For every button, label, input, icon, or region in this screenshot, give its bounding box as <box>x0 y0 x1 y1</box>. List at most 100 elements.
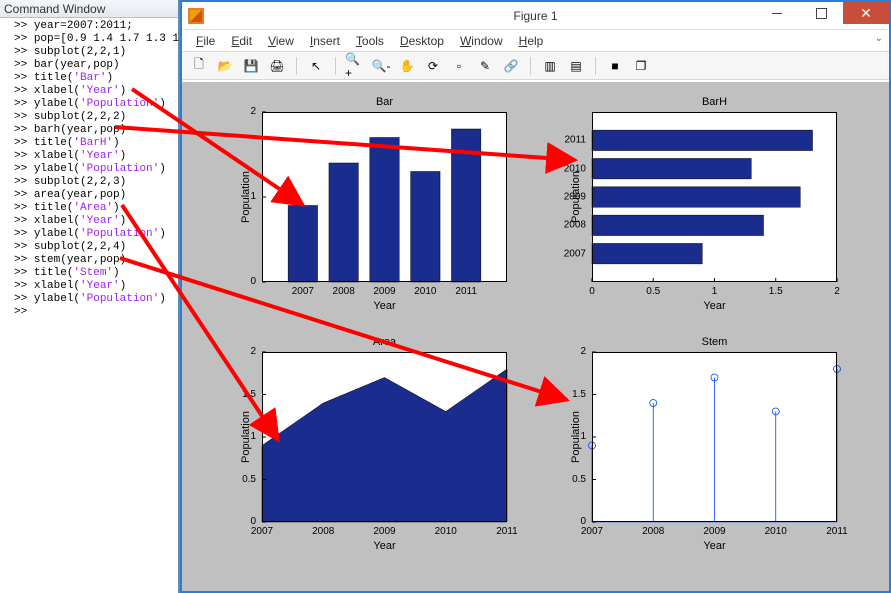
axes-area[interactable]: Area Population Year 00.511.522007200820… <box>262 352 507 522</box>
tick-label: 2009 <box>373 526 395 537</box>
toolbar-separator <box>335 57 336 75</box>
menu-view[interactable]: View <box>262 32 300 50</box>
tick-label: 2 <box>834 286 840 297</box>
axes-bar[interactable]: Bar Population Year 01220072008200920102… <box>262 112 507 282</box>
code-line: xlabel('Year') <box>14 215 174 228</box>
menu-tools[interactable]: Tools <box>350 32 390 50</box>
tick-label: 2010 <box>564 163 586 174</box>
tick-label: 2 <box>250 106 256 117</box>
axes-barh[interactable]: BarH Population Year 2007200820092010201… <box>592 112 837 282</box>
brush-icon[interactable]: ✎ <box>474 55 496 77</box>
tick-label: 2007 <box>292 286 314 297</box>
tick-label: 2007 <box>564 248 586 259</box>
code-line: title('Stem') <box>14 267 174 280</box>
tick-label: 2007 <box>251 526 273 537</box>
axes-title: Bar <box>262 96 507 108</box>
tick-label: 1 <box>250 191 256 202</box>
pan-icon[interactable]: ✋ <box>396 55 418 77</box>
new-figure-icon[interactable]: 🗋 <box>188 55 210 77</box>
figure-titlebar: Figure 1 <box>182 2 889 30</box>
command-window-title: Command Window <box>0 0 178 18</box>
minimize-button[interactable] <box>755 2 799 24</box>
tick-label: 1 <box>580 431 586 442</box>
tick-label: 0.5 <box>572 474 586 485</box>
tick-label: 0 <box>589 286 595 297</box>
save-icon[interactable]: 💾 <box>240 55 262 77</box>
link-icon[interactable]: 🔗 <box>500 55 522 77</box>
legend-icon[interactable]: ▤ <box>565 55 587 77</box>
tick-label: 2008 <box>642 526 664 537</box>
code-line: stem(year,pop) <box>14 254 174 267</box>
tick-label: 1.5 <box>769 286 783 297</box>
window-buttons <box>755 2 889 26</box>
code-prompt[interactable] <box>14 306 174 319</box>
tick-label: 1 <box>712 286 718 297</box>
menu-help[interactable]: Help <box>513 32 550 50</box>
zoom-out-icon[interactable]: 🔍- <box>370 55 392 77</box>
tick-label: 2 <box>250 346 256 357</box>
axes-title: BarH <box>592 96 837 108</box>
code-line: pop=[0.9 1.4 1.7 1.3 1.8]; <box>14 33 174 46</box>
tick-label: 1 <box>250 431 256 442</box>
rotate-3d-icon[interactable]: ⟳ <box>422 55 444 77</box>
menu-insert[interactable]: Insert <box>304 32 346 50</box>
data-cursor-icon[interactable]: ▫ <box>448 55 470 77</box>
open-icon[interactable]: 📂 <box>214 55 236 77</box>
tick-label: 2008 <box>333 286 355 297</box>
code-line: subplot(2,2,3) <box>14 176 174 189</box>
figure-toolbar: 🗋📂💾🖨 ↖ 🔍+🔍-✋⟳▫✎🔗 ▥▤ ■❐ <box>182 52 889 80</box>
code-line: xlabel('Year') <box>14 85 174 98</box>
code-line: bar(year,pop) <box>14 59 174 72</box>
command-window-body[interactable]: year=2007:2011;pop=[0.9 1.4 1.7 1.3 1.8]… <box>0 18 178 321</box>
figure-window: Figure 1 FileEditViewInsertToolsDesktopW… <box>180 0 891 593</box>
close-button[interactable] <box>843 2 889 24</box>
tick-label: 0.5 <box>646 286 660 297</box>
axes-xlabel: Year <box>592 300 837 312</box>
menu-file[interactable]: File <box>190 32 221 50</box>
menu-window[interactable]: Window <box>454 32 509 50</box>
tick-label: 1.5 <box>572 389 586 400</box>
tick-label: 2008 <box>564 220 586 231</box>
zoom-in-icon[interactable]: 🔍+ <box>344 55 366 77</box>
axes-title: Area <box>262 336 507 348</box>
code-line: title('Area') <box>14 202 174 215</box>
code-line: ylabel('Population') <box>14 163 174 176</box>
tick-label: 2010 <box>765 526 787 537</box>
toolbar-separator <box>296 57 297 75</box>
code-line: subplot(2,2,2) <box>14 111 174 124</box>
tick-label: 1.5 <box>242 389 256 400</box>
tick-label: 2 <box>580 346 586 357</box>
code-line: xlabel('Year') <box>14 280 174 293</box>
tick-label: 2010 <box>435 526 457 537</box>
tick-label: 0 <box>250 276 256 287</box>
command-window: Command Window year=2007:2011;pop=[0.9 1… <box>0 0 180 593</box>
hide-tools-icon[interactable]: ■ <box>604 55 626 77</box>
toolbar-separator <box>530 57 531 75</box>
colorbar-icon[interactable]: ▥ <box>539 55 561 77</box>
dock-icon[interactable]: ❐ <box>630 55 652 77</box>
code-line: title('Bar') <box>14 72 174 85</box>
axes-title: Stem <box>592 336 837 348</box>
matlab-app-icon <box>188 8 204 24</box>
tick-label: 2009 <box>703 526 725 537</box>
figure-canvas: Bar Population Year 01220072008200920102… <box>182 82 889 591</box>
menu-edit[interactable]: Edit <box>225 32 258 50</box>
code-line: year=2007:2011; <box>14 20 174 33</box>
tick-label: 2010 <box>414 286 436 297</box>
axes-xlabel: Year <box>592 540 837 552</box>
axes-stem[interactable]: Stem Population Year 00.511.522007200820… <box>592 352 837 522</box>
code-line: ylabel('Population') <box>14 228 174 241</box>
tick-label: 0.5 <box>242 474 256 485</box>
maximize-button[interactable] <box>799 2 843 24</box>
menu-desktop[interactable]: Desktop <box>394 32 450 50</box>
tick-label: 2009 <box>564 192 586 203</box>
print-icon[interactable]: 🖨 <box>266 55 288 77</box>
code-line: area(year,pop) <box>14 189 174 202</box>
code-line: ylabel('Population') <box>14 98 174 111</box>
tick-label: 2011 <box>826 526 848 537</box>
code-line: barh(year,pop) <box>14 124 174 137</box>
pointer-icon[interactable]: ↖ <box>305 55 327 77</box>
figure-title: Figure 1 <box>513 9 557 23</box>
tick-label: 2011 <box>564 135 586 146</box>
dock-chevron-icon[interactable]: ⌄ <box>875 33 883 44</box>
